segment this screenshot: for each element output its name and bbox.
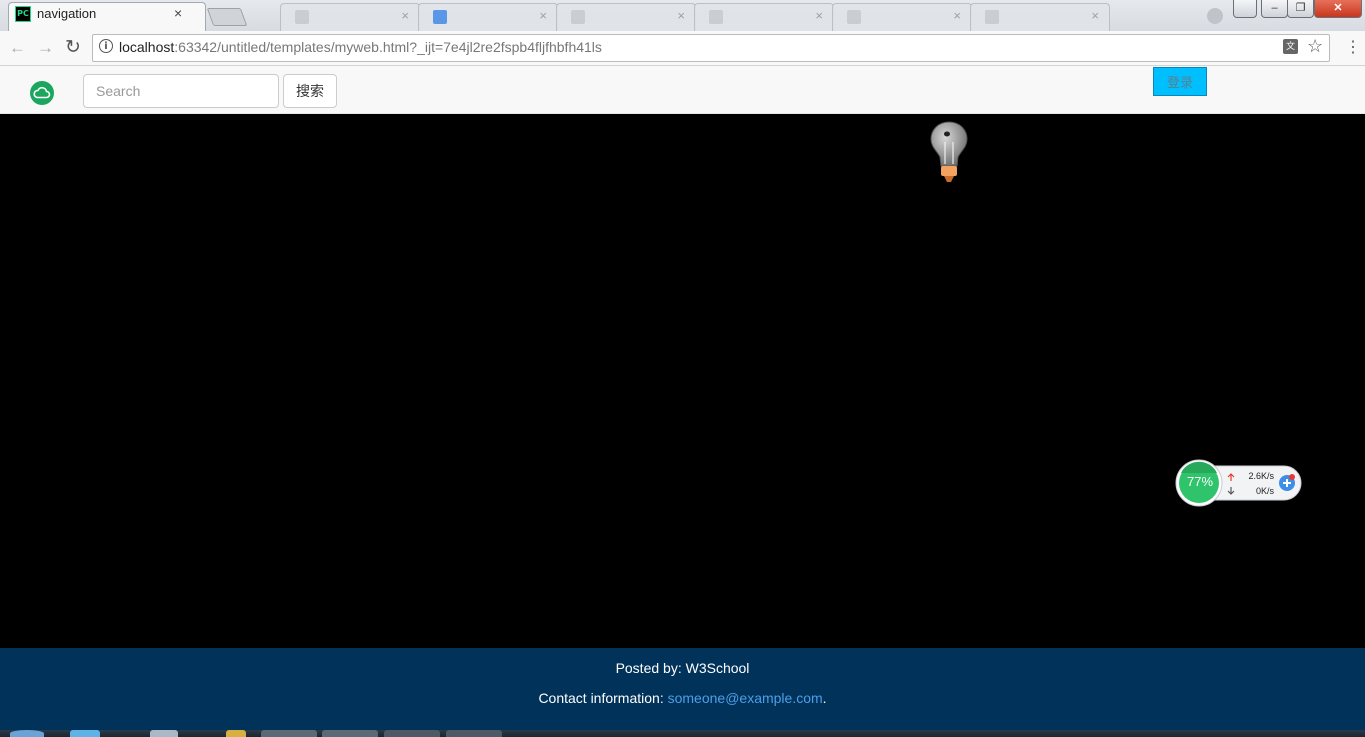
page-footer: Posted by: W3School Contact information:… — [0, 648, 1365, 730]
tab-close-icon[interactable]: × — [539, 8, 547, 23]
tab-favicon-icon — [847, 10, 861, 24]
footer-contact: Contact information: someone@example.com… — [0, 690, 1365, 706]
widget-download-speed: 0K/s — [1255, 486, 1274, 496]
taskbar-app-button[interactable] — [322, 730, 378, 737]
tab-title: navigation — [37, 6, 97, 21]
tab-close-icon[interactable]: × — [174, 5, 182, 21]
tab-favicon-icon — [571, 10, 585, 24]
reload-icon[interactable]: ↻ — [65, 36, 81, 59]
tab-close-icon[interactable]: × — [953, 8, 961, 23]
info-icon[interactable]: i — [99, 39, 113, 53]
lightbulb-icon[interactable] — [928, 120, 970, 191]
url-text[interactable]: localhost:63342/untitled/templates/myweb… — [119, 39, 602, 55]
taskbar-app-icon[interactable] — [226, 730, 246, 737]
contact-end: . — [822, 690, 827, 706]
translate-icon[interactable]: 文 — [1283, 39, 1298, 54]
tab-favicon-icon — [985, 10, 999, 24]
contact-email-link[interactable]: someone@example.com — [668, 690, 823, 706]
minimize-button[interactable]: – — [1261, 0, 1288, 18]
new-tab-button[interactable] — [206, 8, 248, 26]
taskbar-app-icon[interactable] — [150, 730, 178, 737]
tab-background[interactable]: × — [832, 3, 972, 31]
footer-posted-by: Posted by: W3School — [615, 660, 750, 676]
tab-close-icon[interactable]: × — [677, 8, 685, 23]
tab-close-icon[interactable]: × — [815, 8, 823, 23]
widget-upload-speed: 2.6K/s — [1248, 471, 1274, 481]
tab-close-icon[interactable]: × — [1091, 8, 1099, 23]
close-window-button[interactable]: ✕ — [1314, 0, 1362, 18]
browser-menu-icon[interactable]: ⋮ — [1345, 37, 1361, 57]
restore-button[interactable]: ❐ — [1287, 0, 1314, 18]
user-icon[interactable] — [1233, 0, 1257, 18]
url-host: localhost — [119, 39, 175, 55]
bookmark-star-icon[interactable]: ☆ — [1307, 36, 1323, 57]
tab-favicon-icon — [709, 10, 723, 24]
taskbar-chrome-button[interactable] — [261, 730, 317, 737]
search-input[interactable] — [83, 74, 279, 108]
taskbar-app-icon[interactable] — [70, 730, 100, 737]
tab-background[interactable]: × — [970, 3, 1110, 31]
tab-close-icon[interactable]: × — [401, 8, 409, 23]
pycharm-icon: PC — [15, 6, 31, 22]
url-path: :63342/untitled/templates/myweb.html?_ij… — [174, 39, 602, 55]
tab-background[interactable]: × — [280, 3, 420, 31]
profile-icon[interactable] — [1207, 8, 1223, 24]
cloud-logo-icon[interactable] — [30, 81, 54, 105]
contact-label: Contact information: — [538, 690, 668, 706]
tab-favicon-icon — [433, 10, 447, 24]
tab-background[interactable]: × — [556, 3, 696, 31]
widget-percent: 77% — [1186, 474, 1214, 489]
tab-background[interactable]: × — [694, 3, 834, 31]
os-taskbar — [0, 730, 1365, 737]
tab-background[interactable]: × — [418, 3, 558, 31]
search-button[interactable]: 搜索 — [283, 74, 337, 108]
tab-favicon-icon — [295, 10, 309, 24]
taskbar-app-button[interactable] — [384, 730, 440, 737]
login-button[interactable]: 登录 — [1153, 67, 1207, 96]
back-icon[interactable]: ← — [9, 38, 26, 58]
start-button[interactable] — [10, 730, 44, 737]
taskbar-app-button[interactable] — [446, 730, 502, 737]
forward-icon[interactable]: → — [37, 38, 54, 58]
